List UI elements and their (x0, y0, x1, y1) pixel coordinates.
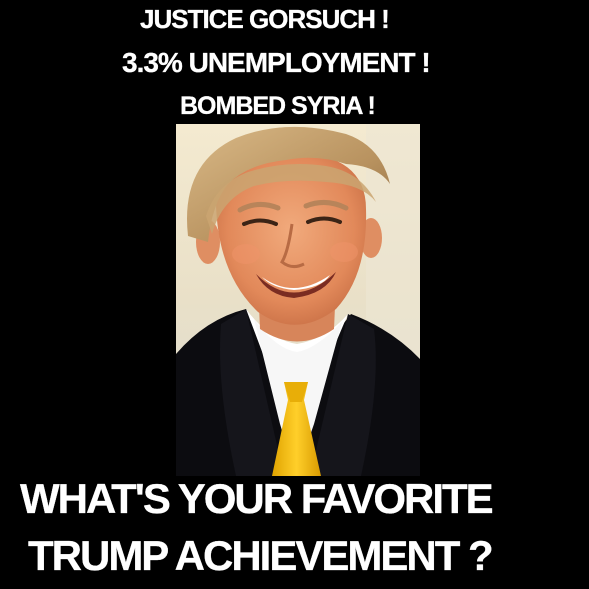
portrait-photo (176, 124, 420, 476)
caption-line-gorsuch: JUSTICE GORSUCH ! (140, 4, 390, 34)
caption-line-question-2: TRUMP ACHIEVEMENT ? (28, 532, 494, 579)
meme-canvas: JUSTICE GORSUCH ! 3.3% UNEMPLOYMENT ! BO… (0, 0, 589, 589)
caption-line-question-1: WHAT'S YOUR FAVORITE (20, 475, 494, 522)
caption-line-unemployment: 3.3% UNEMPLOYMENT ! (122, 47, 431, 78)
caption-line-syria: BOMBED SYRIA ! (180, 92, 376, 120)
portrait-illustration (176, 124, 420, 476)
